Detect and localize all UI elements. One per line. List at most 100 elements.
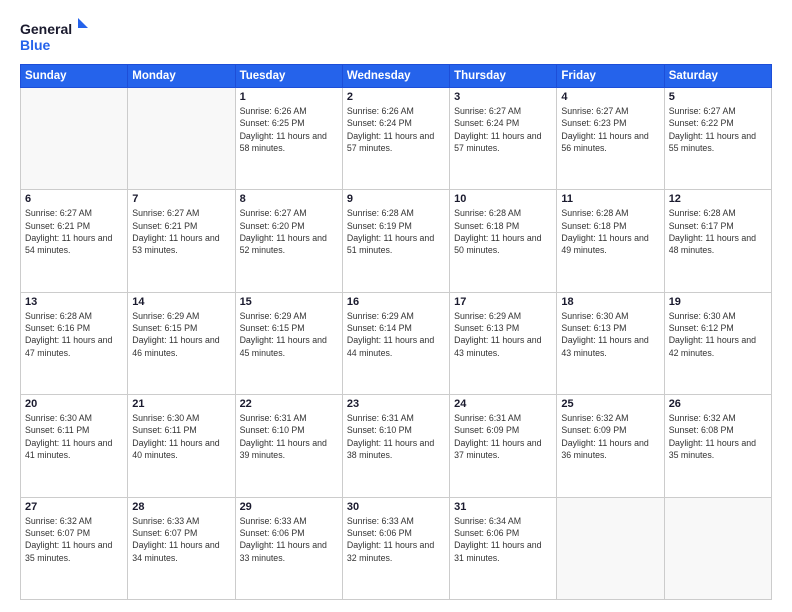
- day-info: Sunrise: 6:30 AM Sunset: 6:13 PM Dayligh…: [561, 310, 659, 359]
- calendar-cell: 30 Sunrise: 6:33 AM Sunset: 6:06 PM Dayli…: [342, 497, 449, 599]
- day-info: Sunrise: 6:26 AM Sunset: 6:24 PM Dayligh…: [347, 105, 445, 154]
- calendar-cell: 1 Sunrise: 6:26 AM Sunset: 6:25 PM Daylig…: [235, 88, 342, 190]
- calendar-cell: 17Sunrise: 6:29 AM Sunset: 6:13 PM Dayli…: [450, 292, 557, 394]
- day-number: 25: [561, 398, 659, 410]
- calendar-cell: 6 Sunrise: 6:27 AM Sunset: 6:21 PM Daylig…: [21, 190, 128, 292]
- calendar-cell: [557, 497, 664, 599]
- day-number: 1: [240, 91, 338, 103]
- calendar-cell: 29 Sunrise: 6:33 AM Sunset: 6:06 PM Dayli…: [235, 497, 342, 599]
- calendar-cell: 23 Sunrise: 6:31 AM Sunset: 6:10 PM Dayli…: [342, 395, 449, 497]
- day-info: Sunrise: 6:31 AM Sunset: 6:10 PM Dayligh…: [240, 412, 338, 461]
- day-info: Sunrise: 6:30 AM Sunset: 6:12 PM Dayligh…: [669, 310, 767, 359]
- header: GeneralBlue: [20, 18, 772, 54]
- calendar-cell: 4 Sunrise: 6:27 AM Sunset: 6:23 PM Daylig…: [557, 88, 664, 190]
- day-number: 9: [347, 193, 445, 205]
- day-info: Sunrise: 6:31 AM Sunset: 6:09 PM Dayligh…: [454, 412, 552, 461]
- day-info: Sunrise: 6:28 AM Sunset: 6:19 PM Dayligh…: [347, 207, 445, 256]
- calendar-cell: 19 Sunrise: 6:30 AM Sunset: 6:12 PM Dayli…: [664, 292, 771, 394]
- day-info: Sunrise: 6:30 AM Sunset: 6:11 PM Dayligh…: [25, 412, 123, 461]
- calendar-cell: 20 Sunrise: 6:30 AM Sunset: 6:11 PM Dayli…: [21, 395, 128, 497]
- day-number: 22: [240, 398, 338, 410]
- day-info: Sunrise: 6:29 AM Sunset: 6:14 PM Dayligh…: [347, 310, 445, 359]
- day-info: Sunrise: 6:27 AM Sunset: 6:21 PM Dayligh…: [132, 207, 230, 256]
- day-info: Sunrise: 6:33 AM Sunset: 6:07 PM Dayligh…: [132, 515, 230, 564]
- day-number: 11: [561, 193, 659, 205]
- day-number: 19: [669, 296, 767, 308]
- day-info: Sunrise: 6:32 AM Sunset: 6:08 PM Dayligh…: [669, 412, 767, 461]
- day-number: 30: [347, 501, 445, 513]
- calendar-cell: 16 Sunrise: 6:29 AM Sunset: 6:14 PM Dayli…: [342, 292, 449, 394]
- weekday-header: Friday: [557, 65, 664, 88]
- logo-icon: GeneralBlue: [20, 18, 90, 54]
- day-number: 2: [347, 91, 445, 103]
- day-number: 20: [25, 398, 123, 410]
- day-number: 24: [454, 398, 552, 410]
- day-number: 4: [561, 91, 659, 103]
- weekday-header: Saturday: [664, 65, 771, 88]
- day-info: Sunrise: 6:34 AM Sunset: 6:06 PM Dayligh…: [454, 515, 552, 564]
- calendar-cell: 15Sunrise: 6:29 AM Sunset: 6:15 PM Dayli…: [235, 292, 342, 394]
- day-number: 7: [132, 193, 230, 205]
- calendar-cell: 24 Sunrise: 6:31 AM Sunset: 6:09 PM Dayli…: [450, 395, 557, 497]
- day-number: 3: [454, 91, 552, 103]
- calendar: SundayMondayTuesdayWednesdayThursdayFrid…: [20, 64, 772, 600]
- calendar-cell: 28 Sunrise: 6:33 AM Sunset: 6:07 PM Dayli…: [128, 497, 235, 599]
- day-number: 12: [669, 193, 767, 205]
- calendar-cell: 8Sunrise: 6:27 AM Sunset: 6:20 PM Daylig…: [235, 190, 342, 292]
- day-info: Sunrise: 6:32 AM Sunset: 6:07 PM Dayligh…: [25, 515, 123, 564]
- day-number: 17: [454, 296, 552, 308]
- calendar-cell: [21, 88, 128, 190]
- calendar-cell: 31 Sunrise: 6:34 AM Sunset: 6:06 PM Dayli…: [450, 497, 557, 599]
- calendar-cell: [664, 497, 771, 599]
- day-number: 26: [669, 398, 767, 410]
- day-info: Sunrise: 6:30 AM Sunset: 6:11 PM Dayligh…: [132, 412, 230, 461]
- weekday-header: Sunday: [21, 65, 128, 88]
- day-info: Sunrise: 6:32 AM Sunset: 6:09 PM Dayligh…: [561, 412, 659, 461]
- day-info: Sunrise: 6:28 AM Sunset: 6:18 PM Dayligh…: [454, 207, 552, 256]
- day-number: 31: [454, 501, 552, 513]
- calendar-cell: 10 Sunrise: 6:28 AM Sunset: 6:18 PM Dayli…: [450, 190, 557, 292]
- day-info: Sunrise: 6:27 AM Sunset: 6:22 PM Dayligh…: [669, 105, 767, 154]
- day-number: 14: [132, 296, 230, 308]
- day-number: 5: [669, 91, 767, 103]
- calendar-cell: 25 Sunrise: 6:32 AM Sunset: 6:09 PM Dayli…: [557, 395, 664, 497]
- day-number: 15: [240, 296, 338, 308]
- day-info: Sunrise: 6:27 AM Sunset: 6:20 PM Dayligh…: [240, 207, 338, 256]
- day-number: 6: [25, 193, 123, 205]
- day-number: 23: [347, 398, 445, 410]
- day-info: Sunrise: 6:26 AM Sunset: 6:25 PM Dayligh…: [240, 105, 338, 154]
- calendar-cell: 14 Sunrise: 6:29 AM Sunset: 6:15 PM Dayli…: [128, 292, 235, 394]
- calendar-cell: 5 Sunrise: 6:27 AM Sunset: 6:22 PM Daylig…: [664, 88, 771, 190]
- day-number: 27: [25, 501, 123, 513]
- svg-text:Blue: Blue: [20, 37, 51, 53]
- calendar-cell: 7 Sunrise: 6:27 AM Sunset: 6:21 PM Daylig…: [128, 190, 235, 292]
- svg-text:General: General: [20, 21, 72, 37]
- calendar-cell: 3Sunrise: 6:27 AM Sunset: 6:24 PM Daylig…: [450, 88, 557, 190]
- day-info: Sunrise: 6:33 AM Sunset: 6:06 PM Dayligh…: [347, 515, 445, 564]
- day-number: 28: [132, 501, 230, 513]
- calendar-cell: 22 Sunrise: 6:31 AM Sunset: 6:10 PM Dayli…: [235, 395, 342, 497]
- day-info: Sunrise: 6:33 AM Sunset: 6:06 PM Dayligh…: [240, 515, 338, 564]
- weekday-header: Tuesday: [235, 65, 342, 88]
- day-info: Sunrise: 6:28 AM Sunset: 6:16 PM Dayligh…: [25, 310, 123, 359]
- day-number: 13: [25, 296, 123, 308]
- logo: GeneralBlue: [20, 18, 90, 54]
- day-info: Sunrise: 6:28 AM Sunset: 6:17 PM Dayligh…: [669, 207, 767, 256]
- day-info: Sunrise: 6:28 AM Sunset: 6:18 PM Dayligh…: [561, 207, 659, 256]
- calendar-cell: 18 Sunrise: 6:30 AM Sunset: 6:13 PM Dayli…: [557, 292, 664, 394]
- day-number: 29: [240, 501, 338, 513]
- day-number: 10: [454, 193, 552, 205]
- day-info: Sunrise: 6:31 AM Sunset: 6:10 PM Dayligh…: [347, 412, 445, 461]
- day-number: 18: [561, 296, 659, 308]
- weekday-header: Thursday: [450, 65, 557, 88]
- calendar-cell: 11 Sunrise: 6:28 AM Sunset: 6:18 PM Dayli…: [557, 190, 664, 292]
- weekday-header: Wednesday: [342, 65, 449, 88]
- calendar-cell: 9 Sunrise: 6:28 AM Sunset: 6:19 PM Daylig…: [342, 190, 449, 292]
- calendar-cell: 26 Sunrise: 6:32 AM Sunset: 6:08 PM Dayli…: [664, 395, 771, 497]
- day-info: Sunrise: 6:27 AM Sunset: 6:21 PM Dayligh…: [25, 207, 123, 256]
- day-info: Sunrise: 6:29 AM Sunset: 6:15 PM Dayligh…: [132, 310, 230, 359]
- day-number: 16: [347, 296, 445, 308]
- day-info: Sunrise: 6:27 AM Sunset: 6:23 PM Dayligh…: [561, 105, 659, 154]
- calendar-cell: 12 Sunrise: 6:28 AM Sunset: 6:17 PM Dayli…: [664, 190, 771, 292]
- calendar-cell: [128, 88, 235, 190]
